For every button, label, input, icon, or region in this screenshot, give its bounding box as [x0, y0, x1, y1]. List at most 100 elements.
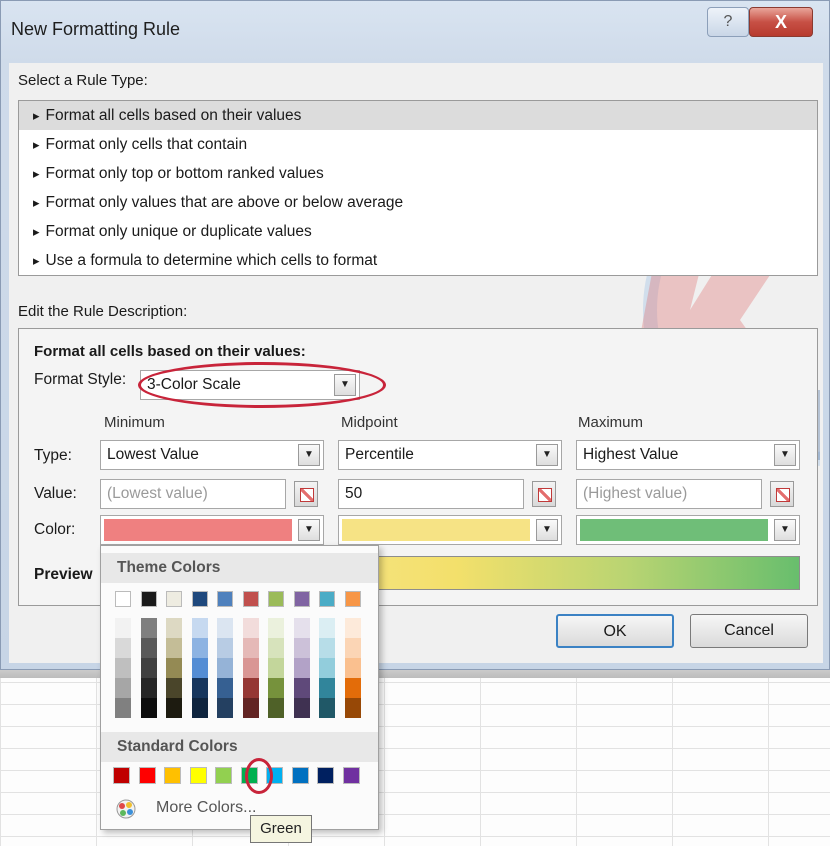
minimum-type-dropdown-arrow-icon[interactable]: ▼	[298, 444, 320, 466]
minimum-type-select[interactable]: Lowest Value	[100, 440, 324, 470]
theme-color-cell[interactable]	[191, 618, 208, 638]
theme-color-cell[interactable]	[166, 678, 182, 698]
theme-color-cell[interactable]	[344, 698, 361, 718]
theme-color-cell[interactable]	[140, 658, 157, 678]
minimum-color-select[interactable]	[100, 515, 324, 545]
theme-color-cell[interactable]	[115, 591, 131, 607]
midpoint-value-input[interactable]: 50	[338, 479, 524, 509]
midpoint-color-swatch	[342, 519, 530, 541]
rule-type-label: Format only top or bottom ranked values	[45, 165, 324, 182]
minimum-color-dropdown-arrow-icon[interactable]: ▼	[298, 519, 320, 541]
minimum-value-input[interactable]: (Lowest value)	[100, 479, 286, 509]
theme-color-cell[interactable]	[268, 591, 284, 607]
standard-color-cell[interactable]	[189, 767, 207, 784]
midpoint-color-dropdown-arrow-icon[interactable]: ▼	[536, 519, 558, 541]
theme-color-cell[interactable]	[191, 638, 208, 658]
theme-color-cell[interactable]	[217, 658, 233, 678]
standard-color-cell[interactable]	[164, 767, 181, 784]
theme-color-cell[interactable]	[115, 618, 131, 638]
theme-color-cell[interactable]	[268, 638, 284, 658]
standard-color-cell[interactable]	[138, 767, 156, 784]
theme-color-cell[interactable]	[191, 678, 208, 698]
theme-color-cell[interactable]	[319, 591, 335, 607]
theme-color-cell[interactable]	[293, 658, 310, 678]
theme-color-cell[interactable]	[344, 658, 361, 678]
theme-color-cell[interactable]	[268, 658, 284, 678]
theme-color-cell[interactable]	[268, 618, 284, 638]
standard-color-cell[interactable]	[113, 767, 130, 784]
maximum-type-select[interactable]: Highest Value	[576, 440, 800, 470]
theme-color-cell[interactable]	[242, 591, 259, 607]
theme-color-cell[interactable]	[344, 618, 361, 638]
theme-color-cell[interactable]	[242, 698, 259, 718]
theme-color-cell[interactable]	[217, 591, 233, 607]
standard-color-cell[interactable]	[317, 767, 334, 784]
theme-color-cell[interactable]	[166, 638, 182, 658]
theme-color-cell[interactable]	[319, 638, 335, 658]
midpoint-range-picker-icon[interactable]	[532, 481, 556, 507]
theme-color-cell[interactable]	[268, 678, 284, 698]
theme-color-cell[interactable]	[319, 678, 335, 698]
theme-color-cell[interactable]	[140, 698, 157, 718]
close-button[interactable]: X	[749, 7, 813, 37]
midpoint-type-select[interactable]: Percentile	[338, 440, 562, 470]
theme-color-cell[interactable]	[115, 698, 131, 718]
theme-color-cell[interactable]	[344, 678, 361, 698]
theme-color-cell[interactable]	[166, 591, 182, 607]
theme-color-cell[interactable]	[115, 678, 131, 698]
theme-color-cell[interactable]	[293, 591, 310, 607]
theme-color-cell[interactable]	[268, 698, 284, 718]
theme-color-cell[interactable]	[242, 658, 259, 678]
theme-color-cell[interactable]	[242, 638, 259, 658]
theme-color-cell[interactable]	[319, 618, 335, 638]
maximum-value-input[interactable]: (Highest value)	[576, 479, 762, 509]
theme-color-cell[interactable]	[191, 698, 208, 718]
theme-color-cell[interactable]	[166, 658, 182, 678]
theme-color-cell[interactable]	[293, 638, 310, 658]
rule-type-item[interactable]: ▸ Format only top or bottom ranked values	[19, 159, 817, 188]
theme-color-cell[interactable]	[217, 638, 233, 658]
maximum-color-select[interactable]	[576, 515, 800, 545]
theme-color-cell[interactable]	[166, 698, 182, 718]
help-button[interactable]: ?	[707, 7, 749, 37]
theme-color-cell[interactable]	[242, 678, 259, 698]
theme-color-cell[interactable]	[140, 591, 157, 607]
theme-color-cell[interactable]	[344, 591, 361, 607]
rule-type-item[interactable]: ▸ Format only cells that contain	[19, 130, 817, 159]
rule-type-item[interactable]: ▸ Use a formula to determine which cells …	[19, 246, 817, 275]
theme-color-cell[interactable]	[293, 618, 310, 638]
theme-color-cell[interactable]	[217, 698, 233, 718]
theme-color-cell[interactable]	[140, 678, 157, 698]
theme-color-cell[interactable]	[191, 591, 208, 607]
theme-color-cell[interactable]	[344, 638, 361, 658]
theme-color-cell[interactable]	[319, 698, 335, 718]
theme-color-cell[interactable]	[115, 638, 131, 658]
minimum-range-picker-icon[interactable]	[294, 481, 318, 507]
theme-color-cell[interactable]	[191, 658, 208, 678]
standard-color-cell[interactable]	[342, 767, 360, 784]
theme-color-cell[interactable]	[217, 678, 233, 698]
theme-color-cell[interactable]	[242, 618, 259, 638]
maximum-range-picker-icon[interactable]	[770, 481, 794, 507]
standard-color-cell[interactable]	[291, 767, 309, 784]
theme-color-cell[interactable]	[293, 698, 310, 718]
maximum-type-dropdown-arrow-icon[interactable]: ▼	[774, 444, 796, 466]
theme-color-cell[interactable]	[293, 678, 310, 698]
midpoint-color-select[interactable]	[338, 515, 562, 545]
theme-color-cell[interactable]	[319, 658, 335, 678]
midpoint-column-heading: Midpoint	[341, 414, 398, 431]
theme-color-cell[interactable]	[140, 638, 157, 658]
theme-color-cell[interactable]	[115, 658, 131, 678]
more-colors-link[interactable]: More Colors...	[156, 799, 256, 817]
rule-type-item[interactable]: ▸ Format only unique or duplicate values	[19, 217, 817, 246]
theme-color-cell[interactable]	[166, 618, 182, 638]
midpoint-type-dropdown-arrow-icon[interactable]: ▼	[536, 444, 558, 466]
theme-color-cell[interactable]	[140, 618, 157, 638]
ok-button[interactable]: OK	[556, 614, 674, 648]
rule-type-item[interactable]: ▸ Format only values that are above or be…	[19, 188, 817, 217]
standard-color-cell[interactable]	[215, 767, 232, 784]
cancel-button[interactable]: Cancel	[690, 614, 808, 648]
theme-color-cell[interactable]	[217, 618, 233, 638]
maximum-color-dropdown-arrow-icon[interactable]: ▼	[774, 519, 796, 541]
rule-type-item[interactable]: ▸ Format all cells based on their values	[19, 101, 817, 130]
